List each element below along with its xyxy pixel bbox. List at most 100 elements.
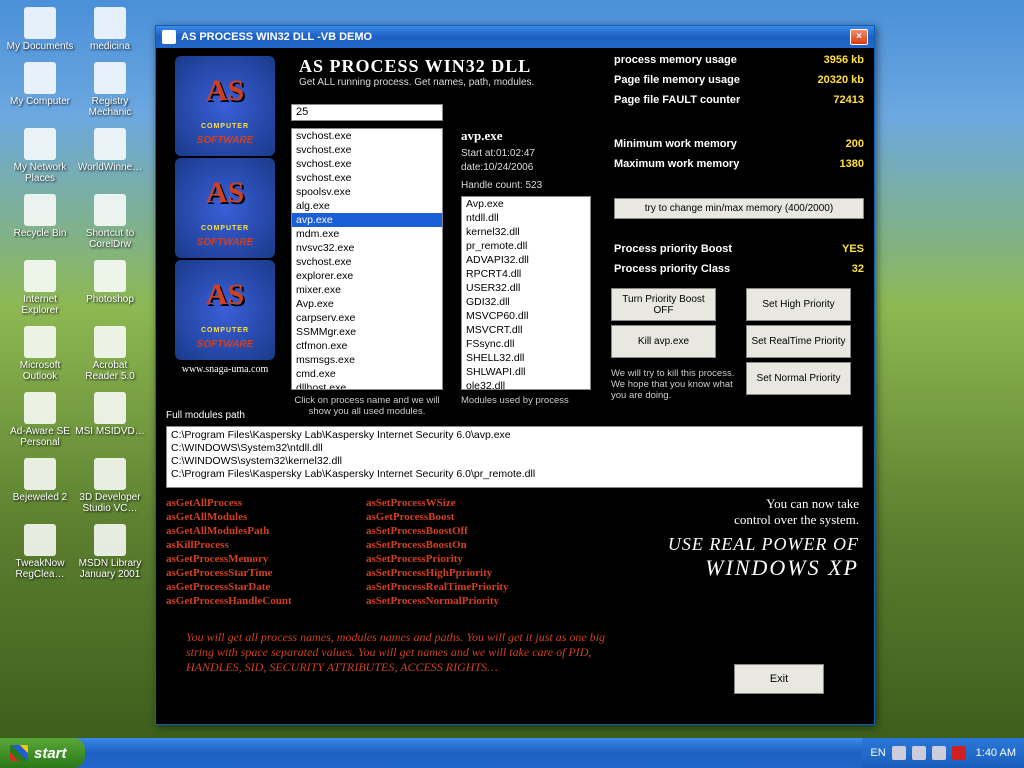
desktop-icon[interactable]: Internet Explorer [5, 260, 75, 316]
list-item[interactable]: MSVCP60.dll [462, 309, 590, 323]
file-icon [24, 392, 56, 424]
clock[interactable]: 1:40 AM [976, 747, 1016, 759]
tray-icon[interactable] [892, 746, 906, 760]
set-high-priority-button[interactable]: Set High Priority [746, 288, 851, 321]
process-count-input[interactable]: 25 [291, 104, 443, 121]
file-icon [94, 7, 126, 39]
language-indicator[interactable]: EN [870, 747, 885, 759]
desktop-icon[interactable]: 3D Developer Studio VC… [75, 458, 145, 514]
module-list-label: Modules used by process [461, 395, 591, 406]
promo-text: You can now take control over the system… [609, 496, 859, 581]
file-icon [24, 194, 56, 226]
list-item[interactable]: USER32.dll [462, 281, 590, 295]
file-icon [24, 458, 56, 490]
desktop-icon[interactable]: TweakNow RegClea… [5, 524, 75, 580]
list-item[interactable]: svchost.exe [292, 129, 442, 143]
file-icon [24, 62, 56, 94]
titlebar[interactable]: AS PROCESS WIN32 DLL -VB DEMO × [156, 26, 874, 48]
file-icon [24, 7, 56, 39]
desktop-icon[interactable]: Ad-Aware SE Personal [5, 392, 75, 448]
list-item[interactable]: avp.exe [292, 213, 442, 227]
desktop-icon[interactable]: My Documents [5, 7, 75, 52]
desktop-icon[interactable]: Microsoft Outlook [5, 326, 75, 382]
desktop-icon[interactable]: My Computer [5, 62, 75, 107]
list-item[interactable]: C:\Program Files\Kaspersky Lab\Kaspersky… [171, 429, 858, 442]
turn-priority-boost-off-button[interactable]: Turn Priority Boost OFF [611, 288, 716, 321]
list-item[interactable]: FSsync.dll [462, 337, 590, 351]
taskbar: start EN 1:40 AM [0, 738, 1024, 768]
list-item[interactable]: svchost.exe [292, 143, 442, 157]
tray-icon[interactable] [932, 746, 946, 760]
list-item[interactable]: GDI32.dll [462, 295, 590, 309]
file-icon [24, 524, 56, 556]
desktop-icon[interactable]: My Network Places [5, 128, 75, 184]
full-path-list[interactable]: C:\Program Files\Kaspersky Lab\Kaspersky… [166, 426, 863, 488]
list-item[interactable]: msmsgs.exe [292, 353, 442, 367]
stat-fault-counter: Page file FAULT counter72413 [614, 94, 864, 106]
change-memory-button[interactable]: try to change min/max memory (400/2000) [614, 198, 864, 219]
list-item[interactable]: svchost.exe [292, 157, 442, 171]
list-item[interactable]: alg.exe [292, 199, 442, 213]
desktop-icon[interactable]: medicina [75, 7, 145, 52]
logo-icon: SOFTWARE [175, 260, 275, 360]
list-item[interactable]: ntdll.dll [462, 211, 590, 225]
system-tray[interactable]: EN 1:40 AM [862, 738, 1024, 768]
file-icon [94, 392, 126, 424]
file-icon [94, 524, 126, 556]
list-item[interactable]: MSVCRT.dll [462, 323, 590, 337]
file-icon [24, 260, 56, 292]
app-icon [162, 30, 176, 44]
logo-column: SOFTWARE SOFTWARE SOFTWARE www.snaga-uma… [166, 56, 284, 375]
kill-process-button[interactable]: Kill avp.exe [611, 325, 716, 358]
desktop-icon[interactable]: Registry Mechanic [75, 62, 145, 118]
stat-max-work-memory: Maximum work memory1380 [614, 158, 864, 170]
list-item[interactable]: SSMMgr.exe [292, 325, 442, 339]
desktop-icon[interactable]: MSI MSIDVD… [75, 392, 145, 437]
list-item[interactable]: carpserv.exe [292, 311, 442, 325]
desktop-icon[interactable]: WorldWinne… [75, 128, 145, 173]
tray-icon[interactable] [912, 746, 926, 760]
list-item[interactable]: RPCRT4.dll [462, 267, 590, 281]
desktop-icon[interactable]: Shortcut to CorelDrw [75, 194, 145, 250]
list-item[interactable]: C:\WINDOWS\system32\kernel32.dll [171, 455, 858, 468]
list-item[interactable]: SHELL32.dll [462, 351, 590, 365]
desktop-icon[interactable]: MSDN Library January 2001 [75, 524, 145, 580]
close-icon[interactable]: × [850, 29, 868, 45]
list-item[interactable]: spoolsv.exe [292, 185, 442, 199]
list-item[interactable]: svchost.exe [292, 171, 442, 185]
exit-button[interactable]: Exit [734, 664, 824, 694]
list-item[interactable]: cmd.exe [292, 367, 442, 381]
app-window: AS PROCESS WIN32 DLL -VB DEMO × SOFTWARE… [155, 25, 875, 725]
kill-warning: We will try to kill this process. We hop… [611, 368, 741, 401]
desktop-icon[interactable]: Recycle Bin [5, 194, 75, 239]
file-icon [94, 260, 126, 292]
start-button[interactable]: start [0, 738, 85, 768]
list-item[interactable]: dllhost.exe [292, 381, 442, 390]
list-item[interactable]: Avp.exe [462, 197, 590, 211]
process-list[interactable]: svchost.exesvchost.exesvchost.exesvchost… [291, 128, 443, 390]
list-item[interactable]: mdm.exe [292, 227, 442, 241]
list-item[interactable]: ADVAPI32.dll [462, 253, 590, 267]
list-item[interactable]: mixer.exe [292, 283, 442, 297]
list-item[interactable]: explorer.exe [292, 269, 442, 283]
logo-icon: SOFTWARE [175, 158, 275, 258]
set-realtime-priority-button[interactable]: Set RealTime Priority [746, 325, 851, 358]
list-item[interactable]: svchost.exe [292, 255, 442, 269]
list-item[interactable]: pr_remote.dll [462, 239, 590, 253]
list-item[interactable]: Avp.exe [292, 297, 442, 311]
list-item[interactable]: C:\Program Files\Kaspersky Lab\Kaspersky… [171, 468, 858, 481]
list-item[interactable]: C:\WINDOWS\System32\ntdll.dll [171, 442, 858, 455]
list-item[interactable]: kernel32.dll [462, 225, 590, 239]
stat-min-work-memory: Minimum work memory200 [614, 138, 864, 150]
list-item[interactable]: nvsvc32.exe [292, 241, 442, 255]
list-item[interactable]: ctfmon.exe [292, 339, 442, 353]
full-path-label: Full modules path [166, 410, 245, 421]
desktop-icon[interactable]: Acrobat Reader 5.0 [75, 326, 145, 382]
list-item[interactable]: SHLWAPI.dll [462, 365, 590, 379]
set-normal-priority-button[interactable]: Set Normal Priority [746, 362, 851, 395]
tray-icon[interactable] [952, 746, 966, 760]
list-item[interactable]: ole32.dll [462, 379, 590, 390]
desktop-icon[interactable]: Photoshop [75, 260, 145, 305]
module-list[interactable]: Avp.exentdll.dllkernel32.dllpr_remote.dl… [461, 196, 591, 390]
desktop-icon[interactable]: Bejeweled 2 [5, 458, 75, 503]
